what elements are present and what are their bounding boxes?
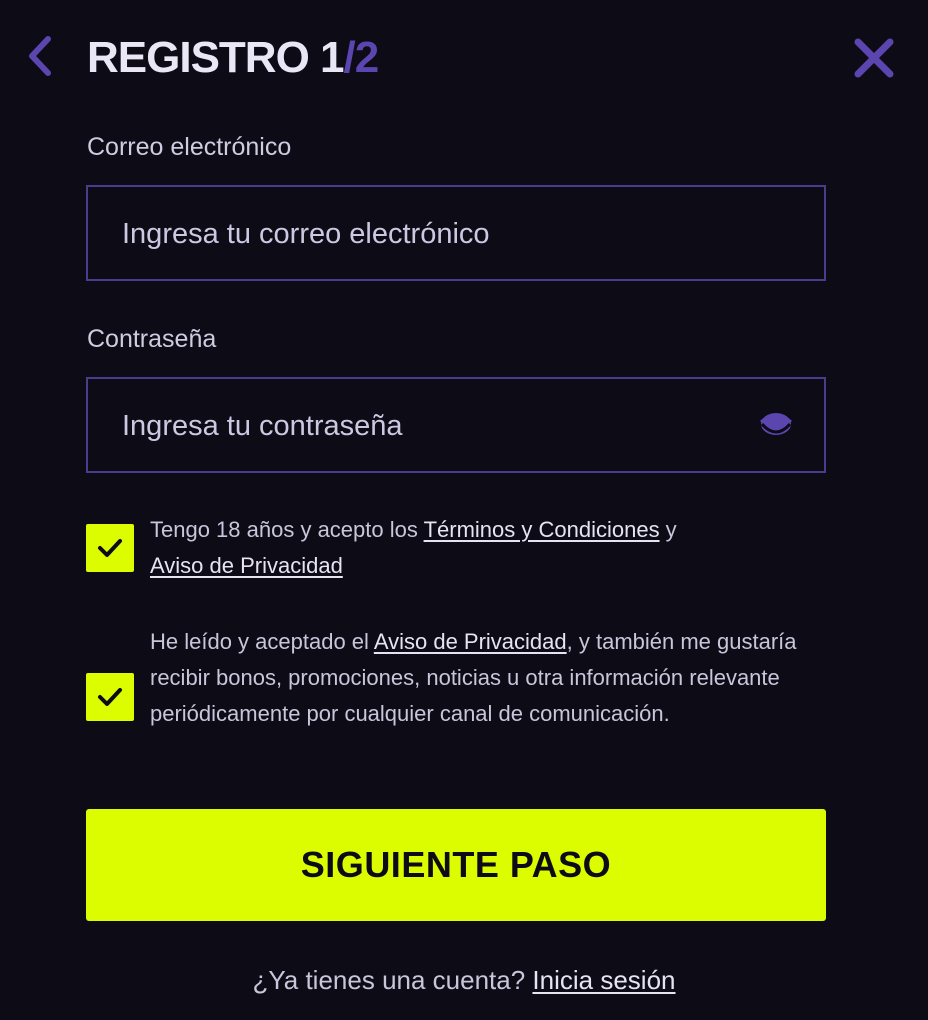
login-link[interactable]: Inicia sesión [532, 965, 675, 995]
next-step-button[interactable]: SIGUIENTE PASO [86, 809, 826, 921]
marketing-consent-text: He leído y aceptado el Aviso de Privacid… [150, 624, 820, 732]
email-field-container [86, 185, 826, 281]
checkmark-icon [98, 688, 122, 706]
terms-consent-text: Tengo 18 años y acepto los Términos y Co… [150, 512, 820, 584]
marketing-text-before: He leído y aceptado el [150, 629, 374, 654]
login-prompt: ¿Ya tienes una cuenta? Inicia sesión [0, 960, 928, 1000]
back-button[interactable] [20, 34, 60, 78]
password-label: Contraseña [87, 325, 217, 353]
marketing-privacy-link[interactable]: Aviso de Privacidad [374, 629, 567, 654]
email-label: Correo electrónico [87, 133, 292, 161]
eye-icon [759, 413, 793, 435]
chevron-left-icon [29, 36, 51, 76]
password-field-container [86, 377, 826, 473]
terms-link[interactable]: Términos y Condiciones [424, 517, 660, 542]
title-step-total: 2 [354, 33, 380, 82]
email-field[interactable] [120, 187, 724, 281]
page-title: REGISTRO 1/2 [87, 30, 380, 86]
close-button[interactable] [850, 34, 898, 82]
password-visibility-toggle[interactable] [756, 407, 796, 443]
password-field[interactable] [120, 379, 724, 473]
marketing-checkbox[interactable] [86, 673, 134, 721]
title-separator: / [343, 33, 356, 82]
title-step: REGISTRO 1 [87, 33, 344, 82]
checkmark-icon [98, 539, 122, 557]
terms-text-and: y [659, 517, 677, 542]
login-prompt-text: ¿Ya tienes una cuenta? [252, 965, 533, 995]
terms-text: Tengo 18 años y acepto los [150, 517, 424, 542]
terms-checkbox[interactable] [86, 524, 134, 572]
close-icon [854, 38, 894, 78]
privacy-link[interactable]: Aviso de Privacidad [150, 553, 343, 578]
